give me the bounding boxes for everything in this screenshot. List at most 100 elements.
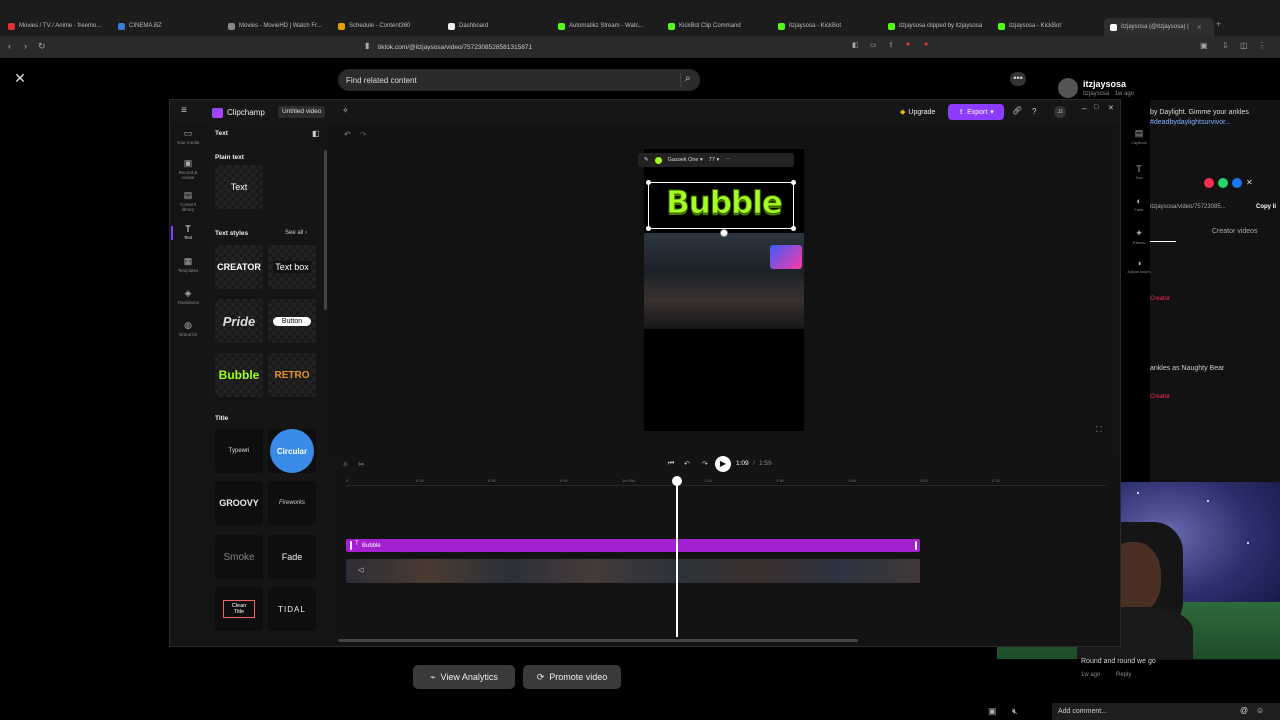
browser-tab[interactable]: itzjaysosa - KickBot xyxy=(778,18,878,34)
browser-tab[interactable]: Automatikz Stream - Watc... xyxy=(558,18,658,34)
font-dropdown[interactable]: Gasoek One ▾ xyxy=(668,157,703,163)
browser-tab[interactable]: itzjaysosa clipped by itzjaysosa xyxy=(888,18,988,34)
close-icon[interactable]: ✕ xyxy=(1108,104,1114,112)
resize-handle[interactable] xyxy=(646,180,651,185)
title-fade[interactable]: Fade xyxy=(268,535,316,579)
search-input[interactable]: Find related content ⌕ xyxy=(338,69,700,91)
font-size-dropdown[interactable]: 77 ▾ xyxy=(709,157,719,163)
resize-handle[interactable] xyxy=(791,180,796,185)
extension-icon[interactable]: ● xyxy=(906,41,910,48)
username[interactable]: itzjaysosa xyxy=(1083,79,1126,89)
rail-content-library[interactable]: ▤ Content library xyxy=(174,190,202,212)
promote-video-button[interactable]: ⟳ Promote video xyxy=(523,665,621,689)
fullscreen-icon[interactable]: ⛶ xyxy=(1096,425,1102,435)
browser-tab[interactable]: CINEMA.BZ xyxy=(118,18,218,34)
view-analytics-button[interactable]: ⌁ View Analytics xyxy=(413,665,515,689)
whatsapp-icon[interactable] xyxy=(1218,178,1228,188)
x-icon[interactable]: ✕ xyxy=(1246,178,1253,188)
title-groovy[interactable]: GROOVY xyxy=(215,481,263,525)
forward-icon[interactable]: › xyxy=(24,41,27,51)
facebook-icon[interactable] xyxy=(1232,178,1242,188)
rail-your-media[interactable]: ▭ Your media xyxy=(174,128,202,145)
forward-icon[interactable]: ↷ xyxy=(702,460,708,468)
style-pride[interactable]: Pride xyxy=(215,299,263,343)
emoji-icon[interactable]: ☺ xyxy=(1256,706,1264,715)
project-title[interactable]: Untitled video xyxy=(278,106,326,118)
clip-trim-handle[interactable] xyxy=(915,541,917,550)
rail-record[interactable]: ▣ Record & create xyxy=(174,158,202,180)
title-clean[interactable]: Clean Title xyxy=(215,587,263,631)
rail-transitions[interactable]: ◈ Transitions xyxy=(174,288,202,305)
style-text-box[interactable]: Text box xyxy=(268,245,316,289)
mention-icon[interactable]: @ xyxy=(1240,706,1248,715)
avatar[interactable] xyxy=(1058,78,1078,98)
browser-tab[interactable]: Schedule - Content360 xyxy=(338,18,438,34)
see-all-link[interactable]: See all › xyxy=(285,230,307,236)
style-bubble[interactable]: Bubble xyxy=(215,353,263,397)
rail-text[interactable]: T Text xyxy=(174,224,202,240)
panel-scrollbar[interactable] xyxy=(324,150,327,310)
mute-icon[interactable]: 🔇︎ xyxy=(1012,706,1018,717)
maximize-icon[interactable]: □ xyxy=(1094,104,1098,111)
title-smoke[interactable]: Smoke xyxy=(215,535,263,579)
tab-creator-videos[interactable]: Creator videos xyxy=(1212,228,1258,235)
title-circular[interactable]: Circular xyxy=(268,429,316,473)
copy-link-button[interactable]: Copy li xyxy=(1256,204,1276,210)
style-retro[interactable]: RETRO xyxy=(268,353,316,397)
title-fireworks[interactable]: Fireworks xyxy=(268,481,316,525)
upgrade-button[interactable]: ◆ Upgrade xyxy=(894,105,941,119)
clip-trim-handle[interactable] xyxy=(350,541,352,550)
reload-icon[interactable]: ↻ xyxy=(38,41,46,52)
right-rail-captions[interactable]: ▤ Captions xyxy=(1125,128,1153,145)
downloads-icon[interactable]: ⇩ xyxy=(1222,41,1229,50)
undo-icon[interactable]: ↶ xyxy=(344,130,351,139)
right-rail-effects[interactable]: ✦ Effects xyxy=(1125,228,1153,245)
video-preview[interactable]: ✎ Gasoek One ▾ 77 ▾ ⋯ Bubble xyxy=(638,149,804,431)
video-icon[interactable]: ▣ xyxy=(988,706,997,717)
right-rail-text[interactable]: T Text xyxy=(1125,164,1153,180)
magic-edit-icon[interactable]: ✧ xyxy=(342,460,349,469)
edit-icon[interactable]: ✎ xyxy=(644,157,649,163)
rail-templates[interactable]: ▦ Templates xyxy=(174,256,202,273)
extension-icon[interactable]: ● xyxy=(924,41,928,48)
style-creator[interactable]: CREATOR xyxy=(215,245,263,289)
hamburger-icon[interactable]: ≡ xyxy=(181,105,187,116)
video-clip[interactable]: ◁ xyxy=(346,559,920,583)
play-button[interactable]: ▶ xyxy=(715,456,731,472)
share-icon[interactable]: ⇪ xyxy=(888,41,894,49)
resize-handle[interactable] xyxy=(791,226,796,231)
close-icon[interactable]: ✕ xyxy=(12,70,28,86)
right-rail-adjust-colors[interactable]: ◑ Adjust colors xyxy=(1125,258,1153,274)
more-options-icon[interactable]: ⋯ xyxy=(725,157,731,163)
reply-link[interactable]: Reply xyxy=(1116,672,1131,678)
browser-tab[interactable]: KickBot Clip Command xyxy=(668,18,768,34)
title-tidal[interactable]: TIDAL xyxy=(268,587,316,631)
back-icon[interactable]: ‹ xyxy=(8,41,11,51)
bookmark-icon[interactable]: ▮ xyxy=(365,41,369,50)
repost-icon[interactable] xyxy=(1204,178,1214,188)
magic-icon[interactable]: ✧ xyxy=(342,106,349,115)
extension-icon[interactable]: ◧ xyxy=(852,41,859,49)
browser-tab[interactable]: Dashboard xyxy=(448,18,548,34)
plain-text-tile[interactable]: Text xyxy=(215,165,263,209)
browser-tab[interactable]: Movies / TV / Anime - freemo... xyxy=(8,18,108,34)
playhead-handle[interactable] xyxy=(672,476,682,486)
skip-back-icon[interactable]: ⏮ xyxy=(668,460,674,468)
title-typewriter[interactable]: Typewri xyxy=(215,429,263,473)
timeline-scrollbar[interactable] xyxy=(338,639,858,642)
hashtag-link[interactable]: #deadbydaylightsurvivor... xyxy=(1150,119,1231,126)
text-clip[interactable]: T Bubble xyxy=(346,539,920,552)
rail-brand-kit[interactable]: ◍ Brand kit xyxy=(174,320,202,337)
style-button[interactable]: Button xyxy=(268,299,316,343)
tab-close-icon[interactable]: ✕ xyxy=(1197,24,1202,31)
more-icon[interactable]: ••• xyxy=(1010,72,1026,86)
new-tab-icon[interactable]: + xyxy=(1216,19,1221,29)
sidebar-icon[interactable]: ▣ xyxy=(1200,41,1208,50)
comment-input[interactable]: Add comment... @ ☺ xyxy=(1052,703,1280,720)
minimize-icon[interactable]: – xyxy=(1082,104,1086,113)
browser-tab[interactable]: itzjaysosa - KickBot xyxy=(998,18,1098,34)
resize-handle[interactable] xyxy=(646,226,651,231)
menu-icon[interactable]: ⋮ xyxy=(1258,41,1266,50)
timeline-ruler[interactable]: 0 0:15 0:30 0:45 1m 55s 1:15 1:30 1:45 2… xyxy=(346,476,1106,486)
redo-icon[interactable]: ↷ xyxy=(360,130,367,139)
